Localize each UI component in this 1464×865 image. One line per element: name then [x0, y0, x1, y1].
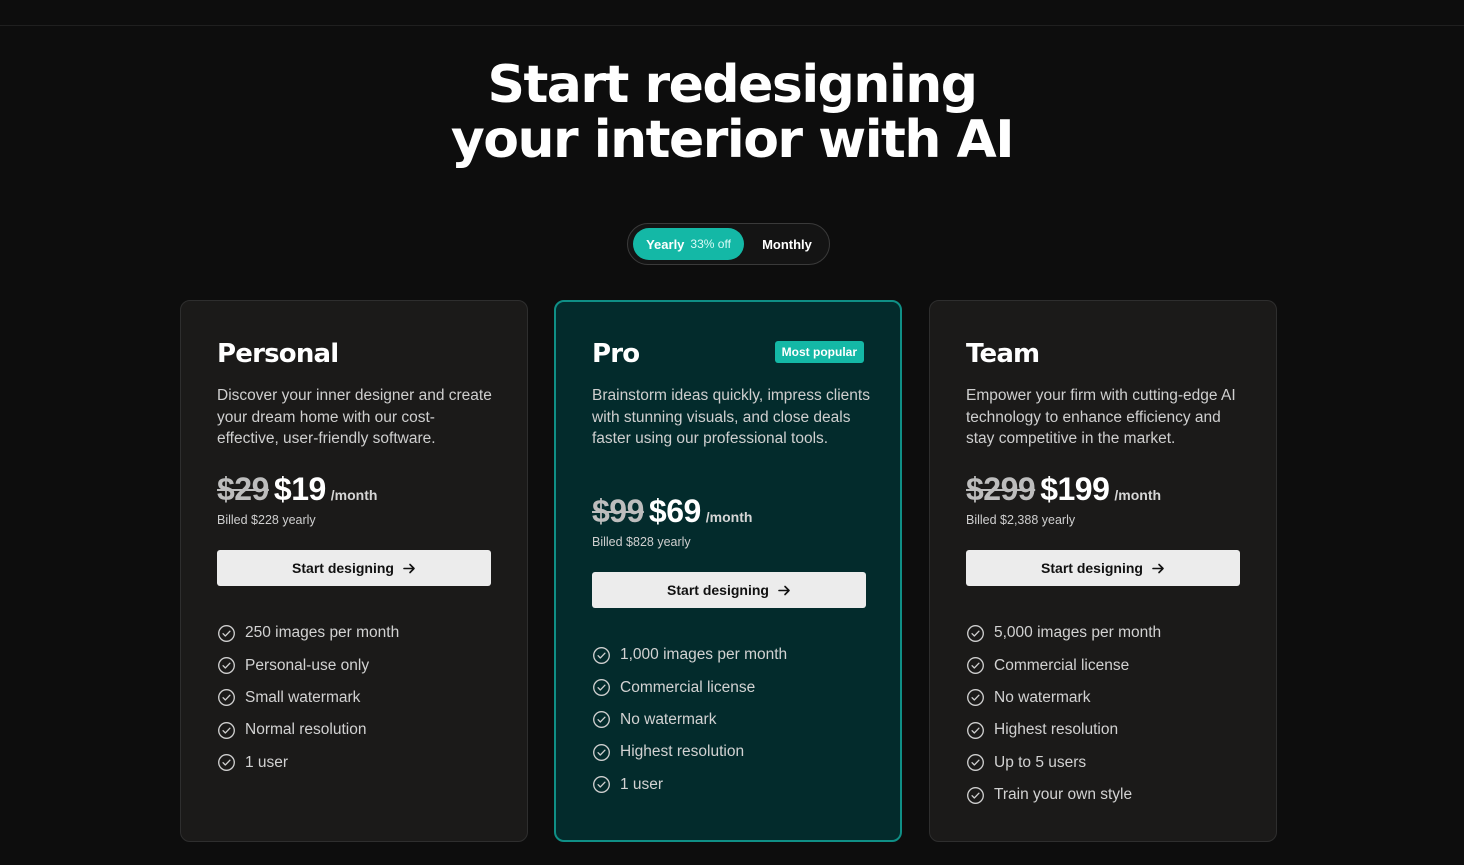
feature-label: Up to 5 users [994, 753, 1087, 771]
plan-card-team: Team Empower your firm with cutting-edge… [929, 300, 1277, 842]
feature-item: No watermark [966, 682, 1161, 714]
plan-description: Brainstorm ideas quickly, impress client… [592, 387, 870, 447]
plan-card-pro: Pro Most popular Brainstorm ideas quickl… [554, 300, 902, 842]
billing-toggle: Yearly 33% off Monthly [627, 223, 830, 265]
toggle-yearly-label: Yearly [646, 236, 685, 252]
price-current: $19 [273, 471, 326, 507]
plan-name: Personal [217, 339, 339, 369]
toggle-monthly-option[interactable]: Monthly [749, 228, 825, 260]
check-circle-icon [218, 657, 235, 675]
cta-label: Start designing [667, 582, 769, 598]
feature-item: Highest resolution [592, 736, 787, 768]
billing-note: Billed $2,388 yearly [966, 513, 1076, 527]
feature-item: Personal-use only [217, 649, 399, 681]
feature-label: 1 user [245, 753, 289, 771]
price-current: $199 [1040, 471, 1110, 507]
feature-item: Up to 5 users [966, 747, 1161, 779]
cta-label: Start designing [292, 560, 394, 576]
start-designing-button-pro[interactable]: Start designing [592, 572, 866, 608]
feature-label: No watermark [994, 688, 1091, 706]
plan-description: Discover your inner designer and create … [217, 387, 492, 447]
toggle-monthly-label: Monthly [762, 236, 812, 252]
plan-card-personal: Personal Discover your inner designer an… [180, 300, 528, 842]
check-circle-icon [218, 689, 235, 707]
check-circle-icon [593, 646, 610, 664]
arrow-right-icon [403, 563, 415, 573]
toggle-yearly-option[interactable]: Yearly 33% off [633, 228, 744, 260]
feature-item: Small watermark [217, 682, 399, 714]
page-title-line-2: your interior with AI [450, 110, 1015, 170]
feature-label: Commercial license [994, 656, 1130, 674]
feature-item: 5,000 images per month [966, 617, 1161, 649]
feature-item: 1,000 images per month [592, 639, 787, 671]
arrow-right-icon [778, 585, 790, 595]
check-circle-icon [967, 754, 984, 772]
check-circle-icon [218, 754, 235, 772]
feature-item: 1 user [592, 769, 787, 801]
plan-name: Pro [592, 339, 640, 369]
check-circle-icon [593, 711, 610, 729]
feature-list: 1,000 images per month Commercial licens… [592, 639, 787, 801]
feature-label: Personal-use only [245, 656, 370, 674]
feature-item: 1 user [217, 747, 399, 779]
billing-note: Billed $228 yearly [217, 513, 316, 527]
feature-item: Train your own style [966, 779, 1161, 811]
start-designing-button-personal[interactable]: Start designing [217, 550, 491, 586]
price-original: $99 [592, 493, 644, 529]
check-circle-icon [967, 689, 984, 707]
price-row: $299 $199 /month [966, 471, 1161, 508]
price-row: $29 $19 /month [217, 471, 377, 508]
feature-item: Commercial license [966, 649, 1161, 681]
plan-name: Team [966, 339, 1040, 369]
feature-item: No watermark [592, 704, 787, 736]
arrow-right-icon [1152, 563, 1164, 573]
price-original: $29 [217, 471, 269, 507]
check-circle-icon [218, 624, 235, 642]
page-title: Start redesigning your interior with AI [0, 58, 1464, 168]
check-circle-icon [967, 786, 984, 804]
feature-list: 250 images per month Personal-use only S… [217, 617, 399, 779]
check-circle-icon [967, 721, 984, 739]
page-title-line-1: Start redesigning [487, 55, 979, 115]
feature-item: Normal resolution [217, 714, 399, 746]
check-circle-icon [593, 679, 610, 697]
check-circle-icon [593, 743, 610, 761]
feature-label: 1,000 images per month [620, 646, 788, 664]
feature-item: 250 images per month [217, 617, 399, 649]
feature-label: Commercial license [620, 678, 756, 696]
check-circle-icon [218, 721, 235, 739]
feature-label: Train your own style [994, 786, 1133, 804]
feature-label: 250 images per month [245, 624, 400, 642]
most-popular-badge: Most popular [774, 341, 864, 363]
start-designing-button-team[interactable]: Start designing [966, 550, 1240, 586]
feature-item: Commercial license [592, 671, 787, 703]
price-original: $299 [966, 471, 1036, 507]
feature-label: No watermark [620, 710, 717, 728]
feature-item: Highest resolution [966, 714, 1161, 746]
feature-label: 1 user [620, 775, 664, 793]
feature-label: Highest resolution [994, 721, 1119, 739]
plan-description: Empower your firm with cutting-edge AI t… [966, 387, 1236, 447]
header-divider [0, 25, 1464, 26]
price-row: $99 $69 /month [592, 493, 752, 530]
check-circle-icon [967, 657, 984, 675]
price-unit: /month [330, 487, 378, 503]
feature-list: 5,000 images per month Commercial licens… [966, 617, 1161, 811]
cta-label: Start designing [1041, 560, 1143, 576]
feature-label: Normal resolution [245, 721, 367, 739]
billing-note: Billed $828 yearly [592, 535, 691, 549]
price-unit: /month [705, 509, 753, 525]
price-unit: /month [1114, 487, 1162, 503]
feature-label: 5,000 images per month [994, 624, 1162, 642]
feature-label: Small watermark [245, 688, 361, 706]
toggle-yearly-discount: 33% off [690, 237, 731, 251]
feature-label: Highest resolution [620, 743, 745, 761]
check-circle-icon [967, 624, 984, 642]
price-current: $69 [648, 493, 701, 529]
check-circle-icon [593, 776, 610, 794]
